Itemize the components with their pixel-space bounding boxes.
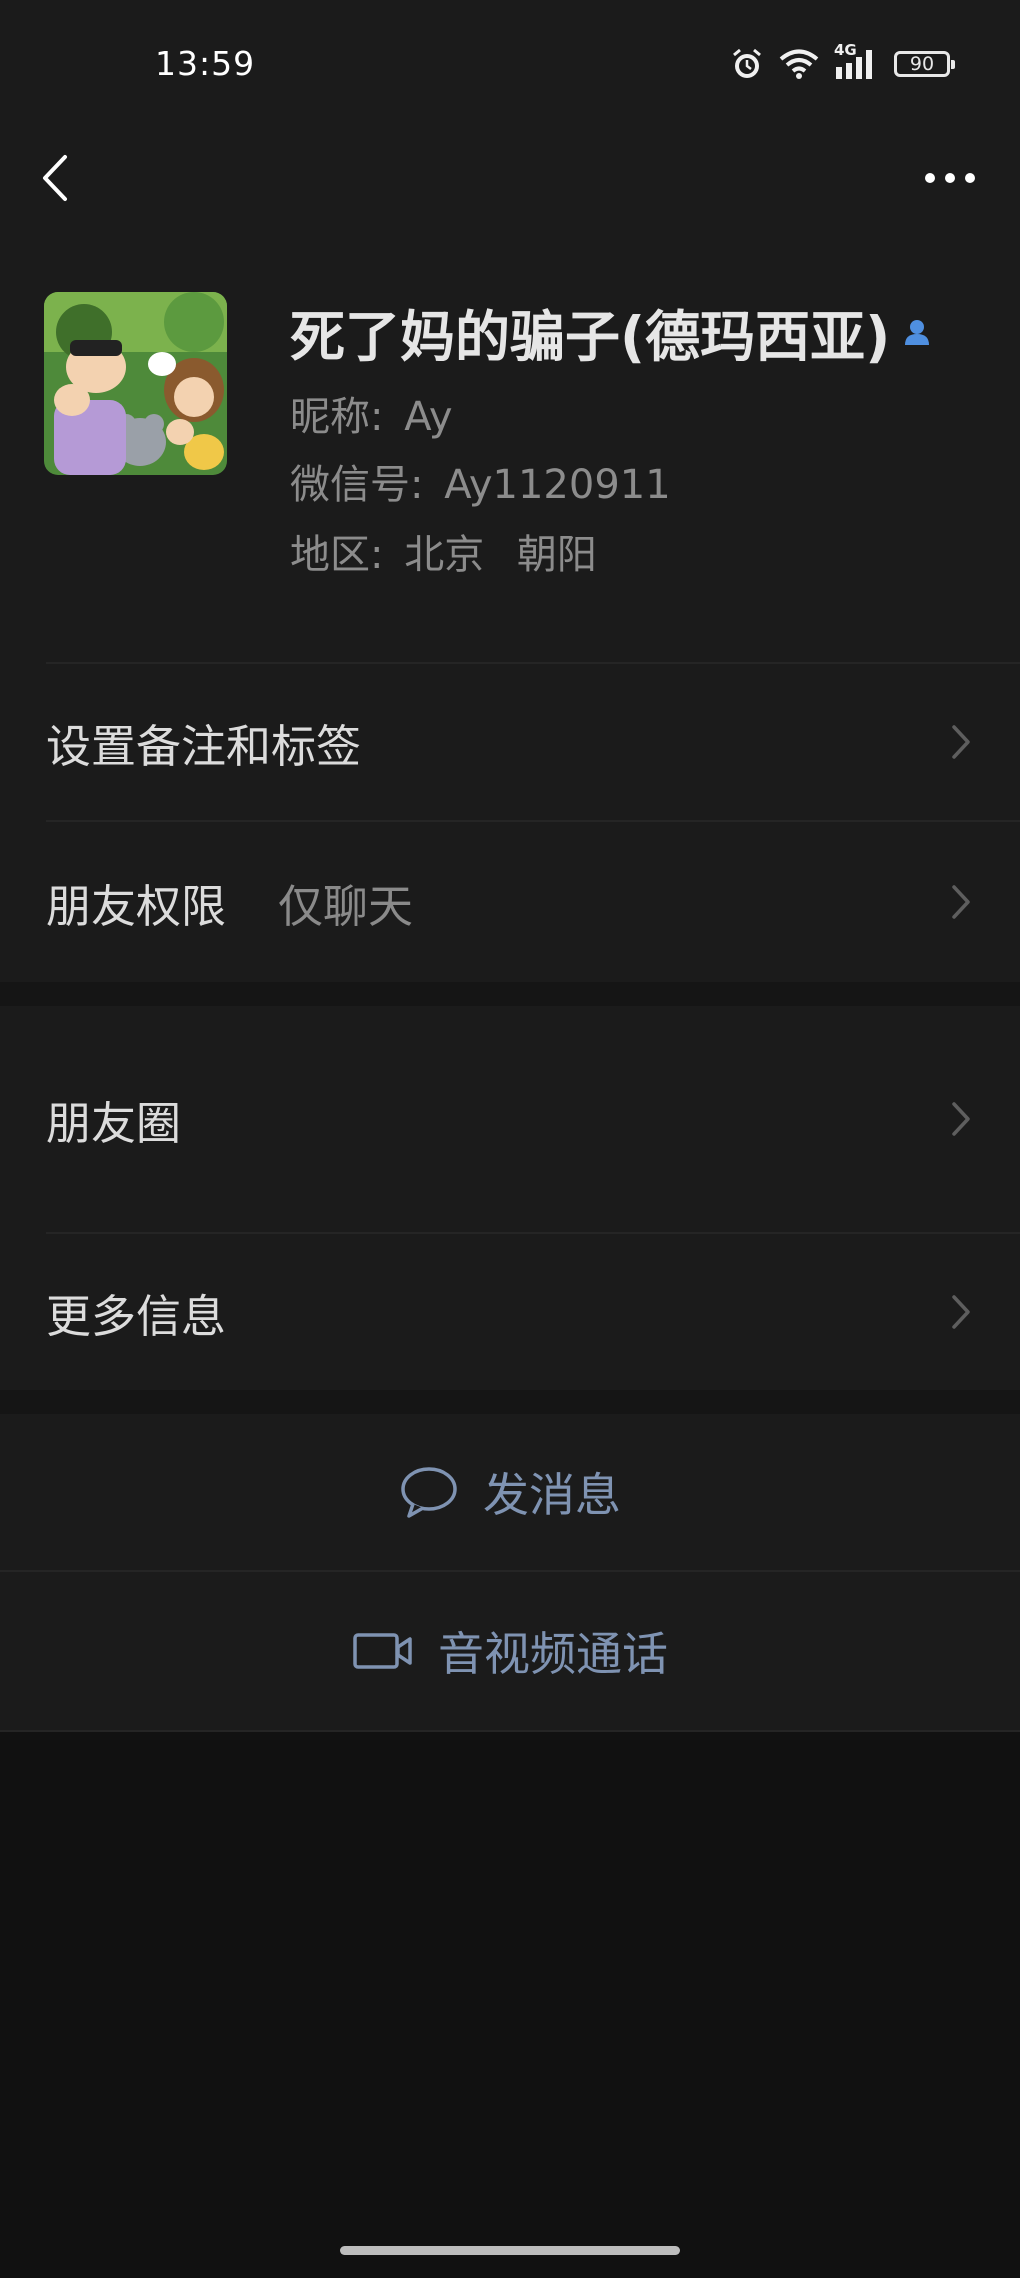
status-time: 13:59 <box>155 44 256 83</box>
moments-item[interactable]: 朋友圈 <box>0 1006 1020 1232</box>
region-city: 北京 <box>404 532 485 578</box>
back-button[interactable] <box>30 146 80 210</box>
wifi-icon <box>779 49 819 79</box>
name-row: 死了妈的骗子(德玛西亚) <box>290 292 932 372</box>
remarks-tags-label: 设置备注和标签 <box>46 719 362 773</box>
region-district: 朝阳 <box>516 532 597 578</box>
friend-permissions-value: 仅聊天 <box>278 879 414 933</box>
nickname-label: 昵称: <box>290 394 384 440</box>
moments-label: 朋友圈 <box>46 1096 182 1150</box>
wechat-id-value: Ay1120911 <box>444 462 671 508</box>
wechat-id-row: 微信号: Ay1120911 <box>290 452 671 510</box>
section-gap <box>0 982 1020 1006</box>
chevron-left-icon <box>43 155 67 201</box>
wechat-id-label: 微信号: <box>290 462 424 508</box>
nickname-row: 昵称: Ay <box>290 384 453 442</box>
divider <box>0 1730 1020 1732</box>
chevron-right-icon <box>952 1102 970 1136</box>
nickname-value: Ay <box>404 394 453 440</box>
signal-icon: 4G <box>834 41 880 81</box>
send-message-button[interactable]: 发消息 <box>0 1414 1020 1570</box>
chevron-right-icon <box>952 1295 970 1329</box>
section-gap <box>0 1390 1020 1414</box>
av-call-button[interactable]: 音视频通话 <box>0 1572 1020 1730</box>
more-info-item[interactable]: 更多信息 <box>0 1234 1020 1390</box>
avatar[interactable] <box>44 292 227 475</box>
person-icon <box>905 320 930 345</box>
friend-permissions-label: 朋友权限 <box>46 879 227 933</box>
region-row: 地区: 北京 朝阳 <box>290 522 597 580</box>
av-call-label: 音视频通话 <box>438 1627 668 1681</box>
remarks-tags-item[interactable]: 设置备注和标签 <box>0 664 1020 820</box>
home-indicator[interactable] <box>340 2246 680 2255</box>
send-message-label: 发消息 <box>483 1468 621 1522</box>
battery-level: 90 <box>909 53 935 75</box>
more-dots-icon <box>925 173 935 183</box>
more-button[interactable] <box>910 150 990 206</box>
chevron-right-icon <box>952 725 970 759</box>
battery-icon: 90 <box>894 51 955 77</box>
chevron-right-icon <box>952 885 970 919</box>
status-icons: 4G 90 <box>730 41 955 84</box>
friend-permissions-item[interactable]: 朋友权限 仅聊天 <box>0 822 1020 982</box>
alarm-icon <box>733 48 761 78</box>
region-label: 地区: <box>290 532 384 578</box>
video-camera-icon <box>353 1633 412 1669</box>
chat-bubble-icon <box>401 1467 457 1518</box>
display-name: 死了妈的骗子(德玛西亚) <box>290 305 891 369</box>
more-info-label: 更多信息 <box>46 1289 227 1343</box>
